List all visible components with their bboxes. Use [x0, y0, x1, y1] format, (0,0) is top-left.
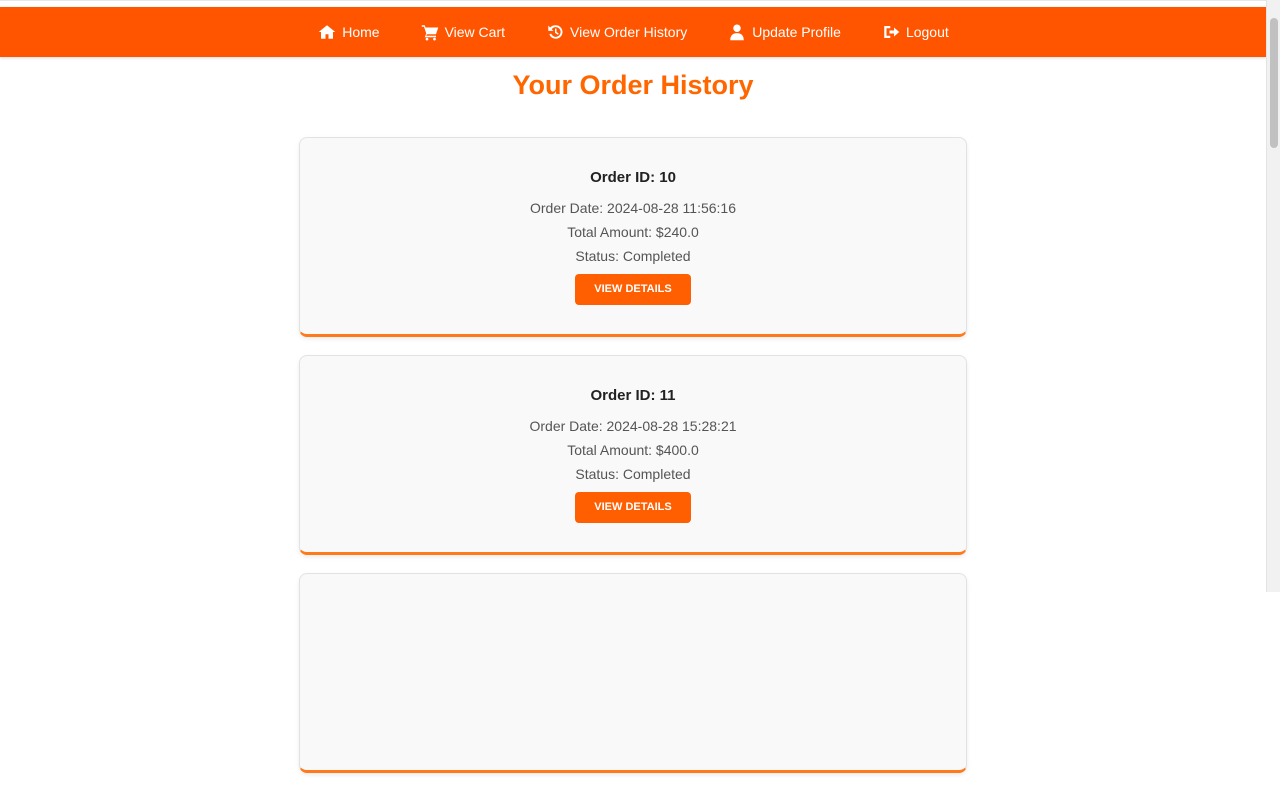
nav-home-link[interactable]: Home	[317, 22, 380, 42]
order-total-amount: Total Amount: $240.0	[567, 224, 699, 240]
cart-icon	[420, 22, 440, 42]
nav-update-profile-link[interactable]: Update Profile	[727, 22, 841, 42]
order-status: Status: Completed	[575, 466, 691, 482]
order-total-amount: Total Amount: $400.0	[567, 442, 699, 458]
order-status: Status: Completed	[575, 248, 691, 264]
order-card-partial	[299, 573, 967, 773]
order-date: Order Date: 2024-08-28 15:28:21	[529, 418, 737, 434]
page-scrollbar[interactable]	[1266, 0, 1280, 592]
nav-view-cart-link[interactable]: View Cart	[420, 22, 505, 42]
browser-top-strip	[0, 0, 1266, 7]
navbar: Home View Cart View Order History Update…	[0, 7, 1266, 57]
nav-logout-label: Logout	[905, 24, 949, 40]
nav-logout-link[interactable]: Logout	[881, 22, 949, 42]
scrollbar-thumb[interactable]	[1270, 18, 1278, 148]
user-icon	[727, 22, 747, 42]
order-card: Order ID: 10 Order Date: 2024-08-28 11:5…	[299, 137, 967, 337]
order-card: Order ID: 11 Order Date: 2024-08-28 15:2…	[299, 355, 967, 555]
nav-order-history-label: View Order History	[570, 24, 688, 40]
order-id: Order ID: 11	[590, 387, 676, 404]
order-date: Order Date: 2024-08-28 11:56:16	[530, 200, 736, 216]
home-icon	[317, 22, 337, 42]
history-icon	[545, 22, 565, 42]
view-details-button[interactable]: View Details	[575, 492, 691, 523]
nav-home-label: Home	[342, 24, 380, 40]
nav-view-cart-label: View Cart	[444, 24, 506, 40]
nav-update-profile-label: Update Profile	[752, 24, 841, 40]
nav-order-history-link[interactable]: View Order History	[545, 22, 687, 42]
order-list: Order ID: 10 Order Date: 2024-08-28 11:5…	[299, 137, 967, 791]
order-id: Order ID: 10	[590, 169, 676, 186]
page-title: Your Order History	[512, 70, 754, 100]
view-details-button[interactable]: View Details	[575, 274, 691, 305]
logout-icon	[881, 22, 901, 42]
